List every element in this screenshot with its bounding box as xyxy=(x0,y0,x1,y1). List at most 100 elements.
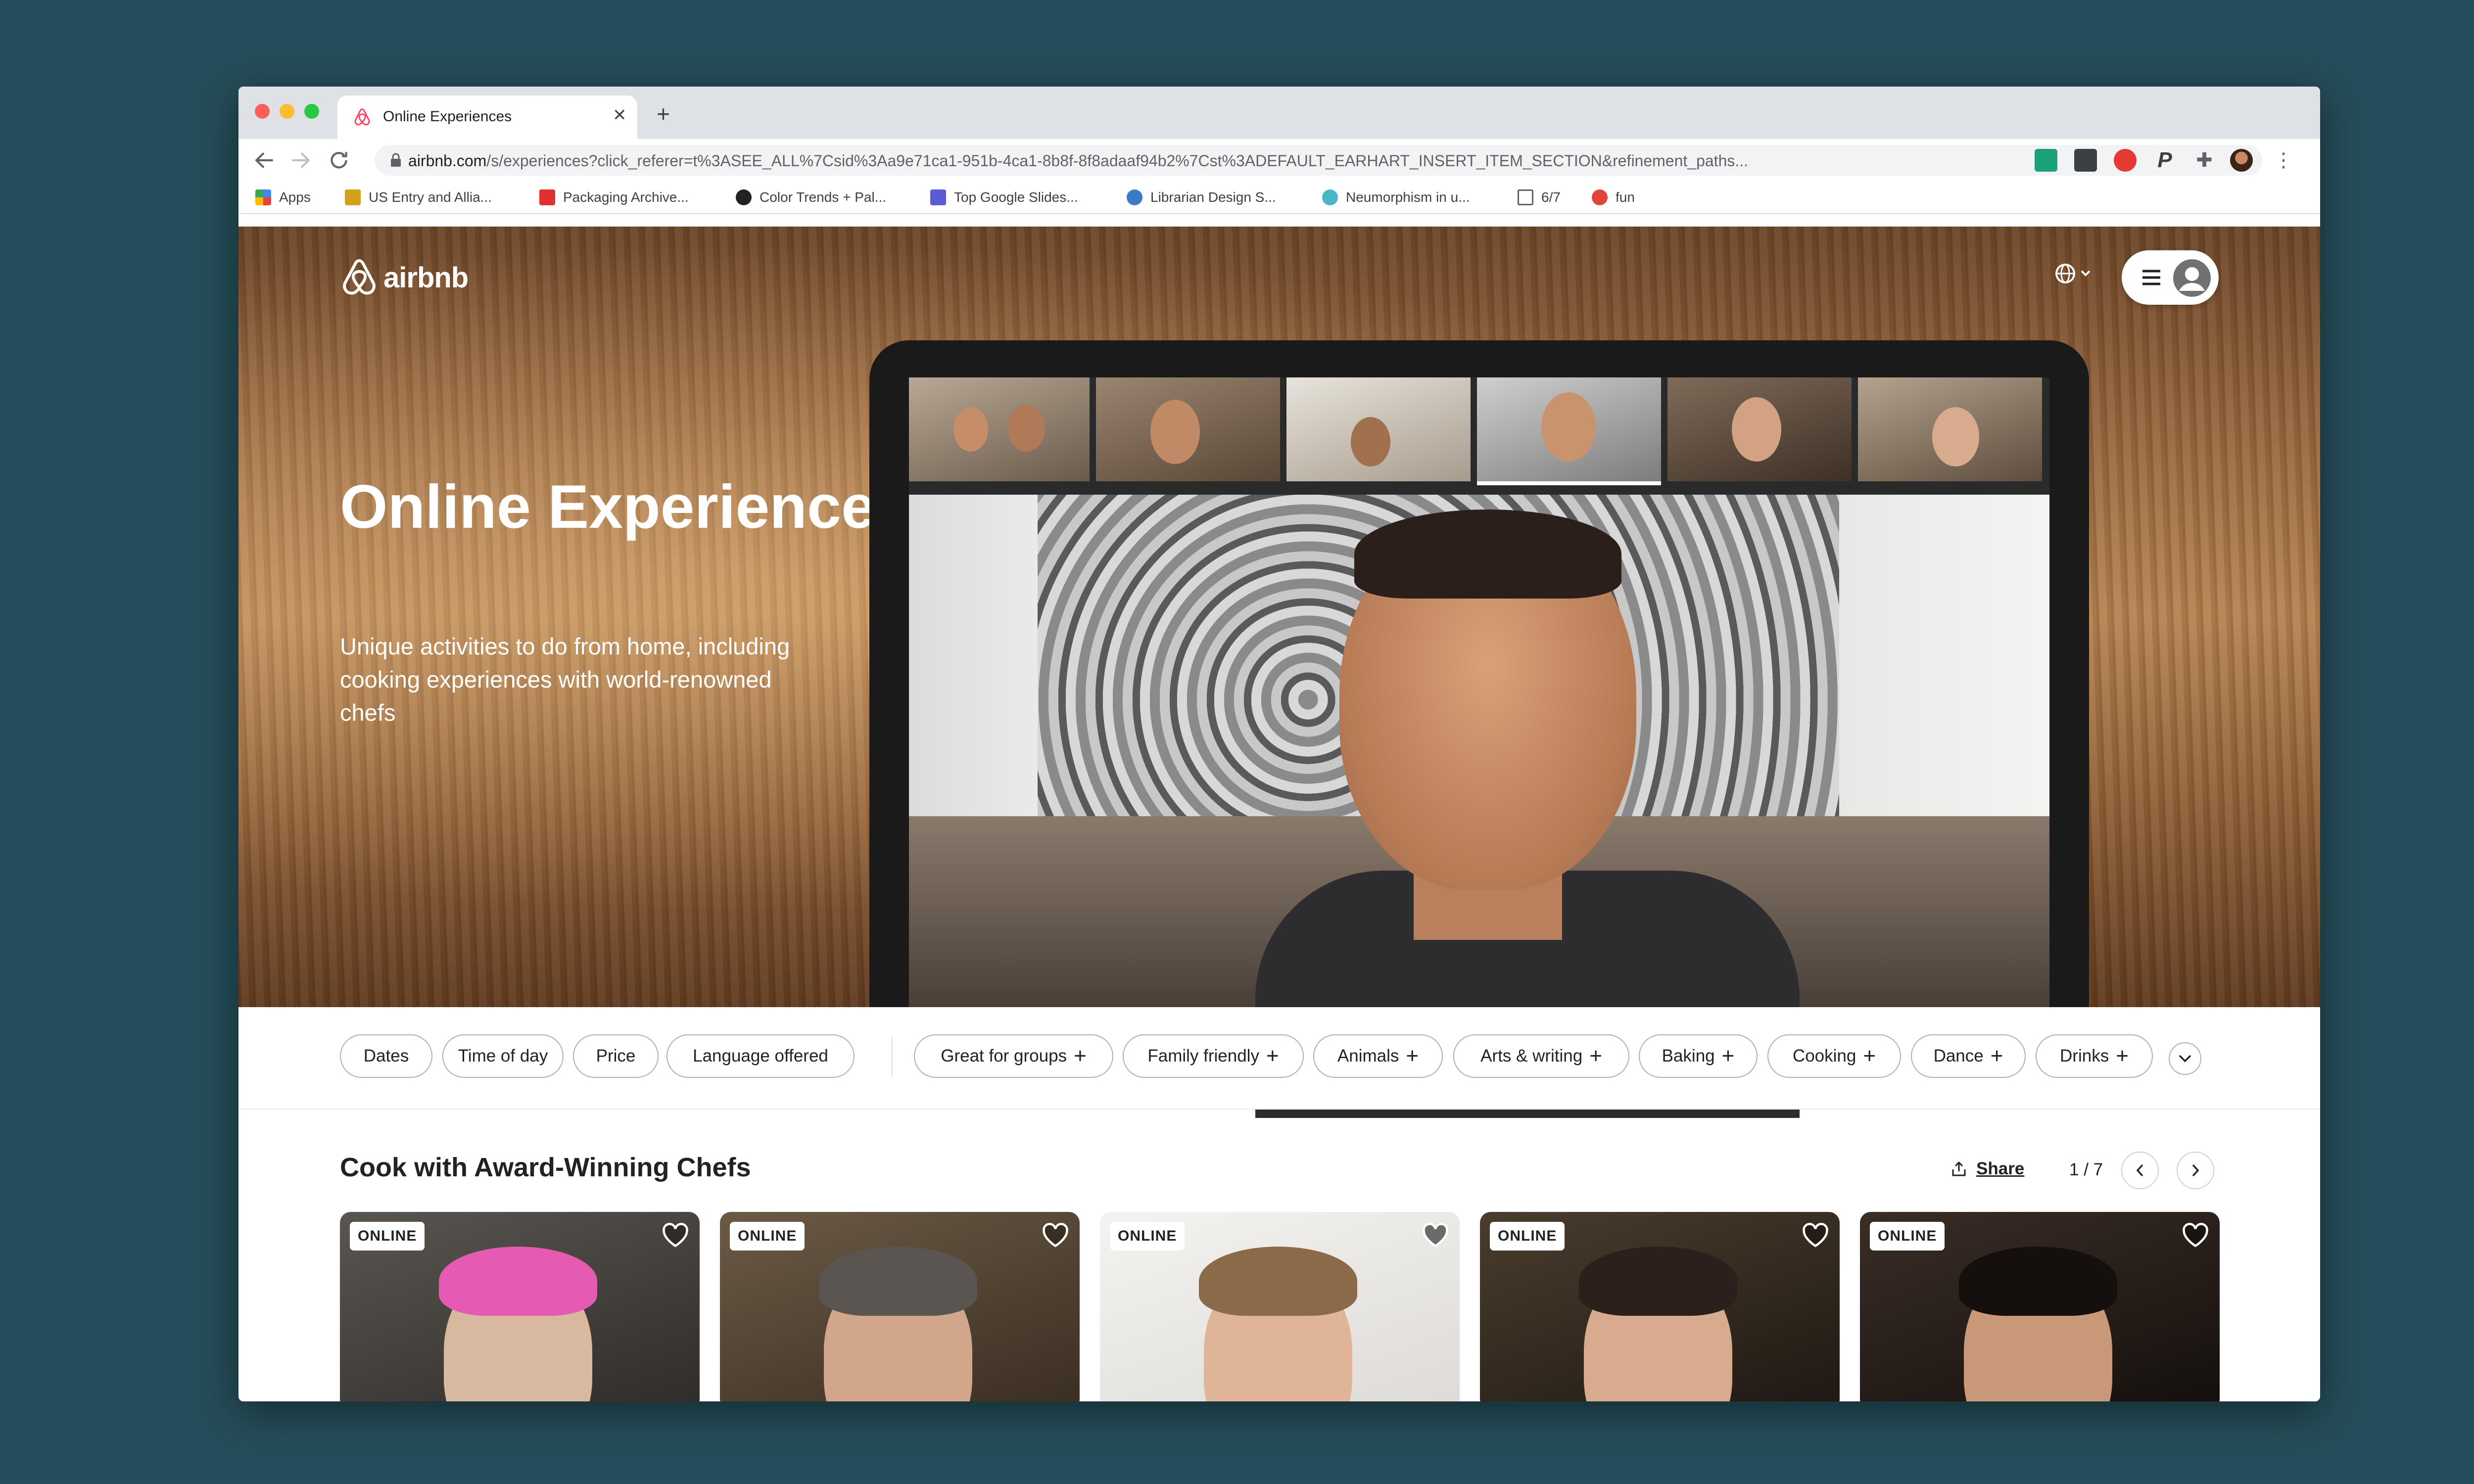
chip-label: Family friendly xyxy=(1147,1046,1259,1066)
video-call-image xyxy=(909,377,2049,1118)
bookmark-label: fun xyxy=(1616,189,1635,205)
folder-icon xyxy=(1518,189,1533,205)
chip-label: Cooking xyxy=(1792,1046,1856,1066)
url-path: /s/experiences?click_referer=t%3ASEE_ALL… xyxy=(486,152,1749,170)
new-tab-button[interactable]: + xyxy=(657,102,670,125)
profile-avatar[interactable] xyxy=(2230,149,2253,172)
browser-menu-icon[interactable]: ⋮ xyxy=(2272,149,2295,172)
filter-chip-family-friendly[interactable]: Family friendly + xyxy=(1123,1034,1304,1078)
adblock-icon[interactable] xyxy=(2114,149,2137,172)
globe-language-icon[interactable] xyxy=(2054,261,2099,286)
bookmark-label: Neumorphism in u... xyxy=(1346,189,1470,205)
filter-chip-price[interactable]: Price xyxy=(573,1034,659,1078)
bookmark-label: Apps xyxy=(279,189,311,205)
tab-bar: Online Experiences ✕ + xyxy=(238,87,2320,139)
more-filters-button[interactable] xyxy=(2169,1042,2201,1075)
apps-grid-icon xyxy=(255,189,271,205)
bookmark-item[interactable]: US Entry and Allia... xyxy=(345,188,492,206)
bookmark-item[interactable]: Top Google Slides... xyxy=(930,188,1078,206)
back-icon[interactable] xyxy=(252,148,277,173)
filter-chip-cooking[interactable]: Cooking + xyxy=(1767,1034,1901,1078)
navigation-bar: airbnb.com/s/experiences?click_referer=t… xyxy=(238,139,2320,182)
hero-subtitle: Unique activities to do from home, inclu… xyxy=(340,633,790,726)
bookmark-item[interactable]: Apps xyxy=(255,188,311,206)
chip-label: Language offered xyxy=(693,1046,828,1066)
bookmark-label: 6/7 xyxy=(1541,189,1561,205)
bookmark-item[interactable]: fun xyxy=(1592,188,1635,206)
plus-icon: + xyxy=(1589,1044,1602,1068)
plus-icon: + xyxy=(1074,1044,1087,1068)
hero-title: Online Experiences xyxy=(340,473,909,541)
heart-bookmark-icon xyxy=(736,189,752,205)
neumorphism-icon xyxy=(1322,189,1338,205)
bookmark-item[interactable]: Color Trends + Pal... xyxy=(736,188,886,206)
participant-thumbnail xyxy=(909,377,1090,481)
user-menu-button[interactable] xyxy=(2122,250,2219,305)
experience-card[interactable]: ONLINE xyxy=(340,1212,700,1401)
chevron-right-icon xyxy=(2192,1164,2199,1177)
user-avatar-icon xyxy=(2173,259,2211,297)
filter-chip-dates[interactable]: Dates xyxy=(340,1034,432,1078)
tab-close-icon[interactable]: ✕ xyxy=(613,105,627,125)
bookmark-label: US Entry and Allia... xyxy=(369,189,492,205)
extension-icon-1[interactable] xyxy=(2035,149,2057,172)
participant-thumbnail xyxy=(1096,377,1280,481)
p-extension-icon[interactable]: P xyxy=(2153,149,2176,172)
filter-chip-great-for-groups[interactable]: Great for groups + xyxy=(914,1034,1113,1078)
filter-chip-arts-writing[interactable]: Arts & writing + xyxy=(1453,1034,1629,1078)
participant-thumbnail-active xyxy=(1477,377,1661,485)
chip-label: Animals xyxy=(1337,1046,1399,1066)
bookmark-item[interactable]: Neumorphism in u... xyxy=(1322,188,1470,206)
minimize-window-button[interactable] xyxy=(280,104,294,119)
previous-page-button[interactable] xyxy=(2121,1152,2159,1189)
extension-icon-2[interactable] xyxy=(2074,149,2097,172)
puzzle-icon[interactable]: ✚ xyxy=(2193,149,2216,172)
participant-thumbnail xyxy=(1858,377,2042,481)
forward-icon[interactable] xyxy=(288,148,313,173)
reload-icon[interactable] xyxy=(327,148,351,173)
experience-card[interactable]: ONLINE xyxy=(720,1212,1080,1401)
airbnb-logo[interactable]: airbnb xyxy=(340,256,469,299)
share-button[interactable]: Share xyxy=(1951,1159,2024,1179)
heart-outline-icon[interactable] xyxy=(661,1222,690,1249)
heart-outline-icon[interactable] xyxy=(2181,1222,2210,1249)
filter-chip-drinks[interactable]: Drinks + xyxy=(2036,1034,2153,1078)
experience-card[interactable]: ONLINE xyxy=(1480,1212,1840,1401)
address-bar[interactable]: airbnb.com/s/experiences?click_referer=t… xyxy=(375,145,2262,176)
close-window-button[interactable] xyxy=(255,104,270,119)
plus-icon: + xyxy=(1266,1044,1279,1068)
experience-card[interactable]: ONLINE xyxy=(1100,1212,1460,1401)
bookmark-item[interactable]: Librarian Design S... xyxy=(1127,188,1276,206)
bookmark-label: Packaging Archive... xyxy=(563,189,689,205)
airbnb-logo-icon xyxy=(343,259,376,295)
heart-filled-icon[interactable] xyxy=(1421,1222,1450,1249)
heart-outline-icon[interactable] xyxy=(1041,1222,1070,1249)
heart-outline-icon[interactable] xyxy=(1801,1222,1830,1249)
bookmark-label: Color Trends + Pal... xyxy=(760,189,887,205)
browser-window: Online Experiences ✕ + airbnb.com/s/expe… xyxy=(238,87,2320,1401)
lock-icon[interactable] xyxy=(389,153,402,168)
filter-chip-language[interactable]: Language offered xyxy=(666,1034,855,1078)
slides-bookmark-icon xyxy=(930,189,946,205)
maximize-window-button[interactable] xyxy=(304,104,319,119)
chevron-left-icon xyxy=(2136,1164,2143,1177)
filter-chip-time-of-day[interactable]: Time of day xyxy=(442,1034,564,1078)
plus-icon: + xyxy=(2116,1044,2129,1068)
share-icon xyxy=(1952,1161,1966,1176)
plus-icon: + xyxy=(1721,1044,1735,1068)
next-page-button[interactable] xyxy=(2177,1152,2214,1189)
logo-text: airbnb xyxy=(383,261,469,294)
url-text[interactable]: airbnb.com/s/experiences?click_referer=t… xyxy=(408,152,2041,170)
participant-thumbnail xyxy=(1667,377,1852,481)
bookmark-item[interactable]: 6/7 xyxy=(1518,188,1561,206)
filter-chip-baking[interactable]: Baking + xyxy=(1639,1034,1758,1078)
main-video-feed xyxy=(909,495,2049,1118)
tab-online-experiences[interactable]: Online Experiences ✕ xyxy=(337,95,637,139)
experience-card[interactable]: ONLINE xyxy=(1860,1212,2220,1401)
bookmark-item[interactable]: Packaging Archive... xyxy=(539,188,689,206)
filter-chip-animals[interactable]: Animals + xyxy=(1313,1034,1443,1078)
plus-icon: + xyxy=(1406,1044,1419,1068)
wordpress-icon xyxy=(1127,189,1142,205)
filter-chip-dance[interactable]: Dance + xyxy=(1911,1034,2026,1078)
online-badge: ONLINE xyxy=(1870,1222,1945,1251)
